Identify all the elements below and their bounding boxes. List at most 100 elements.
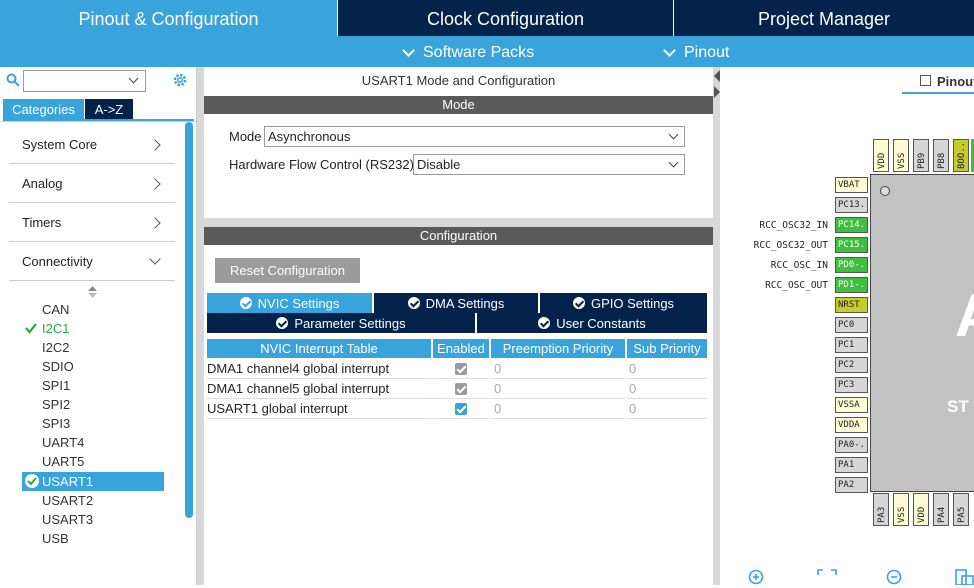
peripheral-uart5[interactable]: UART5 [42,452,84,471]
category-connectivity[interactable]: Connectivity [9,243,175,281]
cell-preemption: 0 [491,399,625,419]
tab-gpio-settings[interactable]: GPIO Settings [540,293,707,313]
pinout-view-label: Pinout [937,74,974,89]
cell-interrupt-name: DMA1 channel5 global interrupt [207,379,431,399]
zoom-out-icon[interactable] [886,569,904,588]
section-divider [204,218,713,227]
peripheral-uart4[interactable]: UART4 [42,433,84,452]
chevron-down-icon [149,253,161,265]
pin-top-boot0[interactable]: BOO.. [953,139,969,172]
pin-pc2[interactable]: PC2 [835,357,868,373]
category-label: Connectivity [22,254,93,269]
gear-icon[interactable] [172,72,188,88]
flow-control-select[interactable]: Disable [413,154,685,175]
peripheral-usart3[interactable]: USART3 [42,510,93,529]
collapse-left-icon[interactable] [714,70,720,101]
pin-top-vdd[interactable]: VDD [873,139,889,172]
cell-sub-priority: 0 [627,379,707,399]
pin-bottom-pa3[interactable]: PA3 [873,493,889,526]
flow-control-value: Disable [417,157,461,172]
pin-label: PA4 [937,506,947,523]
tab-clock-configuration[interactable]: Clock Configuration [338,0,673,38]
chevron-right-icon [149,139,161,151]
column-header-enabled[interactable]: Enabled [433,339,489,358]
zoom-in-icon[interactable] [748,569,766,588]
tab-a-z[interactable]: A->Z [85,99,133,119]
tab-categories[interactable]: Categories [3,99,84,119]
pinout-menu[interactable]: Pinout [663,38,729,67]
signal-rcc-osc-in: RCC_OSC_IN [770,260,828,271]
column-header-sub-priority[interactable]: Sub Priority [627,339,707,358]
peripheral-spi2[interactable]: SPI2 [42,395,70,414]
peripheral-sdio[interactable]: SDIO [42,357,74,376]
pin-bottom-vss[interactable]: VSS [893,493,909,526]
tab-nvic-settings[interactable]: NVIC Settings [207,293,372,313]
peripheral-i2c2[interactable]: I2C2 [42,338,69,357]
tab-parameter-settings[interactable]: Parameter Settings [207,313,475,333]
pin-vbat[interactable]: VBAT [835,177,868,193]
mode-header: Mode [204,96,713,114]
column-header-interrupt[interactable]: NVIC Interrupt Table [207,339,431,358]
chevron-down-icon[interactable] [128,73,139,84]
pin-pd0[interactable]: PD0-.. [835,257,868,273]
peripheral-i2c1[interactable]: I2C1 [42,319,69,338]
category-label: Timers [22,215,62,230]
category-timers[interactable]: Timers [9,204,175,242]
sort-icon[interactable] [88,286,97,298]
reset-configuration-button[interactable]: Reset Configuration [215,258,360,283]
peripheral-usart1[interactable]: USART1 [42,472,93,491]
software-packs-menu[interactable]: Software Packs [402,38,534,67]
sub-menu-bar: Software Packs Pinout [0,38,974,67]
category-analog[interactable]: Analog [9,165,175,203]
checkbox[interactable] [455,382,467,395]
search-input[interactable] [23,70,146,92]
pin-nrst[interactable]: NRST [835,297,868,313]
peripheral-spi3[interactable]: SPI3 [42,414,70,433]
mode-select[interactable]: Asynchronous [264,126,685,147]
pin-pc3[interactable]: PC3 [835,377,868,393]
cell-enabled[interactable] [433,359,489,379]
left-scrollbar[interactable] [185,122,193,518]
pin-bottom-pa4[interactable]: PA4 [933,493,949,526]
pin-label: PA3 [877,506,887,523]
tab-pinout-configuration[interactable]: Pinout & Configuration [0,0,337,38]
chip-label-upper: A [955,281,974,350]
pin-top-vss[interactable]: VSS [893,139,909,172]
splitter[interactable] [713,67,720,585]
button-label: Reset Configuration [230,263,345,278]
pin-pc13[interactable]: PC13.. [835,197,868,213]
tab-dma-settings[interactable]: DMA Settings [374,293,538,313]
pin-pc1[interactable]: PC1 [835,337,868,353]
pin-bottom-pa5[interactable]: PA5 [953,493,969,526]
search-icon[interactable] [6,73,20,87]
pin-pc14[interactable]: PC14.. [835,217,868,233]
check-circle-icon [239,297,252,309]
peripheral-usb[interactable]: USB [42,529,69,548]
pin-pa0[interactable]: PA0-.. [835,437,868,453]
peripheral-usart2[interactable]: USART2 [42,491,93,510]
fit-screen-icon[interactable] [817,569,837,588]
pin-pa1[interactable]: PA1 [835,457,868,473]
export-icon[interactable] [955,569,974,588]
pin-vssa[interactable]: VSSA [835,397,868,413]
tab-project-manager[interactable]: Project Manager [674,0,974,38]
pin-top-pb8[interactable]: PB8 [933,139,949,172]
pin-bottom-vdd[interactable]: VDD [913,493,929,526]
pin-pa2[interactable]: PA2 [835,477,868,493]
pin-vdda[interactable]: VDDA [835,417,868,433]
peripheral-spi1[interactable]: SPI1 [42,376,70,395]
category-system-core[interactable]: System Core [9,126,175,164]
pin-pc15[interactable]: PC15.. [835,237,868,253]
cell-enabled[interactable] [433,379,489,399]
checkbox[interactable] [455,362,467,375]
column-header-preemption[interactable]: Preemption Priority [491,339,625,358]
checkbox[interactable] [455,402,467,415]
tab-user-constants[interactable]: User Constants [477,313,707,333]
pin-pd1[interactable]: PD1-.. [835,277,868,293]
pin-pc0[interactable]: PC0 [835,317,868,333]
cell-enabled[interactable] [433,399,489,419]
pinout-view-tab[interactable]: Pinout [902,72,974,94]
peripheral-can[interactable]: CAN [42,300,69,319]
pin-top-pb9[interactable]: PB9 [913,139,929,172]
cell-preemption: 0 [491,359,625,379]
